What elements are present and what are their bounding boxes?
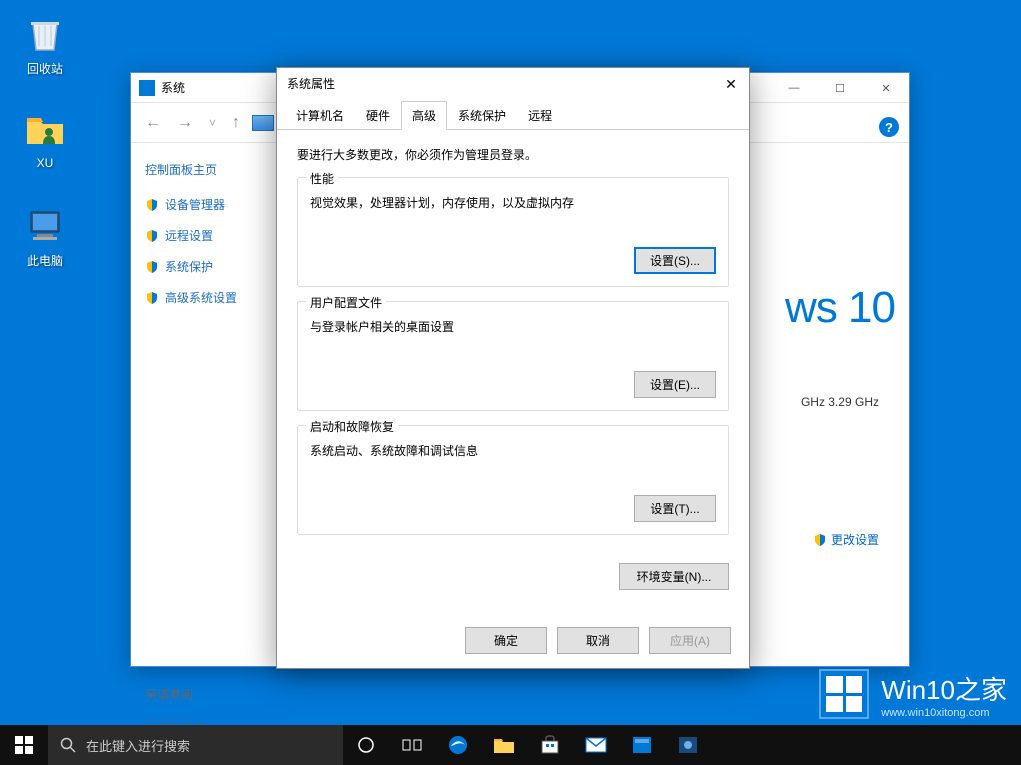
group-label: 用户配置文件 (306, 294, 386, 311)
shield-icon (813, 533, 827, 547)
cortana-button[interactable] (343, 725, 389, 765)
ok-button[interactable]: 确定 (465, 627, 547, 654)
startup-recovery-group: 启动和故障恢复 系统启动、系统故障和调试信息 设置(T)... (297, 425, 729, 535)
shield-icon (145, 291, 159, 305)
computer-icon (21, 200, 69, 248)
group-description: 与登录帐户相关的桌面设置 (310, 318, 716, 335)
recycle-bin-icon (21, 8, 69, 56)
history-dropdown[interactable]: ˅ (205, 116, 220, 130)
maximize-button[interactable]: ☐ (817, 73, 863, 103)
taskbar: 在此键入进行搜索 (0, 725, 1021, 765)
folder-icon (21, 104, 69, 152)
group-label: 启动和故障恢复 (306, 418, 398, 435)
sidebar: 控制面板主页 设备管理器 远程设置 系统保护 高级系统设置 另请参阅 安全和维护 (131, 143, 266, 666)
apply-button[interactable]: 应用(A) (649, 627, 731, 654)
taskbar-explorer-icon[interactable] (481, 725, 527, 765)
taskbar-store-icon[interactable] (527, 725, 573, 765)
help-button[interactable]: ? (879, 117, 899, 137)
startup-settings-button[interactable]: 设置(T)... (634, 495, 716, 522)
watermark-logo-icon (819, 669, 869, 719)
shield-icon (145, 260, 159, 274)
sidebar-link-advanced-settings[interactable]: 高级系统设置 (145, 289, 252, 306)
group-description: 视觉效果，处理器计划，内存使用，以及虚拟内存 (310, 194, 716, 211)
dialog-title: 系统属性 (277, 68, 749, 98)
performance-group: 性能 视觉效果，处理器计划，内存使用，以及虚拟内存 设置(S)... (297, 177, 729, 287)
desktop-icon-recycle-bin[interactable]: 回收站 (10, 8, 80, 77)
taskbar-edge-icon[interactable] (435, 725, 481, 765)
task-view-button[interactable] (389, 725, 435, 765)
start-button[interactable] (0, 725, 48, 765)
desktop-icon-this-pc[interactable]: 此电脑 (10, 200, 80, 269)
desktop-icon-label: 此电脑 (10, 252, 80, 269)
group-description: 系统启动、系统故障和调试信息 (310, 442, 716, 459)
sidebar-link-device-manager[interactable]: 设备管理器 (145, 196, 252, 213)
up-button[interactable]: ↑ (228, 114, 244, 132)
group-label: 性能 (306, 170, 338, 187)
forward-button[interactable]: → (173, 114, 197, 132)
watermark-title: Win10之家 (881, 670, 1007, 707)
dialog-tabs: 计算机名 硬件 高级 系统保护 远程 (277, 100, 749, 130)
windows-10-logo-text: ws 10 (785, 283, 895, 333)
watermark-url: www.win10xitong.com (881, 707, 1007, 719)
sidebar-heading: 控制面板主页 (145, 161, 252, 178)
tab-advanced[interactable]: 高级 (401, 101, 447, 130)
tab-hardware[interactable]: 硬件 (355, 101, 401, 130)
window-icon (139, 80, 155, 96)
desktop-icon-user-folder[interactable]: XU (10, 104, 80, 170)
system-properties-dialog: 系统属性 ✕ 计算机名 硬件 高级 系统保护 远程 要进行大多数更改，你必须作为… (276, 67, 750, 669)
change-settings-link[interactable]: 更改设置 (813, 531, 879, 548)
see-also-heading: 另请参阅 (145, 686, 252, 703)
tab-remote[interactable]: 远程 (517, 101, 563, 130)
shield-icon (145, 229, 159, 243)
sidebar-link-system-protection[interactable]: 系统保护 (145, 258, 252, 275)
sidebar-link-remote-settings[interactable]: 远程设置 (145, 227, 252, 244)
admin-note: 要进行大多数更改，你必须作为管理员登录。 (297, 146, 729, 163)
watermark: Win10之家 www.win10xitong.com (819, 669, 1007, 719)
windows-icon (15, 736, 33, 754)
path-icon (252, 115, 274, 131)
shield-icon (145, 198, 159, 212)
taskbar-search[interactable]: 在此键入进行搜索 (48, 725, 343, 765)
search-placeholder: 在此键入进行搜索 (86, 736, 190, 755)
tab-computer-name[interactable]: 计算机名 (285, 101, 355, 130)
desktop-icon-label: 回收站 (10, 60, 80, 77)
close-button[interactable]: ✕ (863, 73, 909, 103)
environment-variables-button[interactable]: 环境变量(N)... (619, 563, 729, 590)
taskbar-app-icon[interactable] (619, 725, 665, 765)
taskbar-mail-icon[interactable] (573, 725, 619, 765)
minimize-button[interactable]: — (771, 73, 817, 103)
performance-settings-button[interactable]: 设置(S)... (634, 247, 716, 274)
cancel-button[interactable]: 取消 (557, 627, 639, 654)
desktop-icon-label: XU (10, 156, 80, 170)
cpu-info-text: GHz 3.29 GHz (801, 395, 879, 409)
user-profile-group: 用户配置文件 与登录帐户相关的桌面设置 设置(E)... (297, 301, 729, 411)
profile-settings-button[interactable]: 设置(E)... (634, 371, 716, 398)
taskbar-app-icon-2[interactable] (665, 725, 711, 765)
tab-system-protection[interactable]: 系统保护 (447, 101, 517, 130)
search-icon (60, 737, 76, 753)
back-button[interactable]: ← (141, 114, 165, 132)
dialog-close-button[interactable]: ✕ (719, 74, 743, 94)
